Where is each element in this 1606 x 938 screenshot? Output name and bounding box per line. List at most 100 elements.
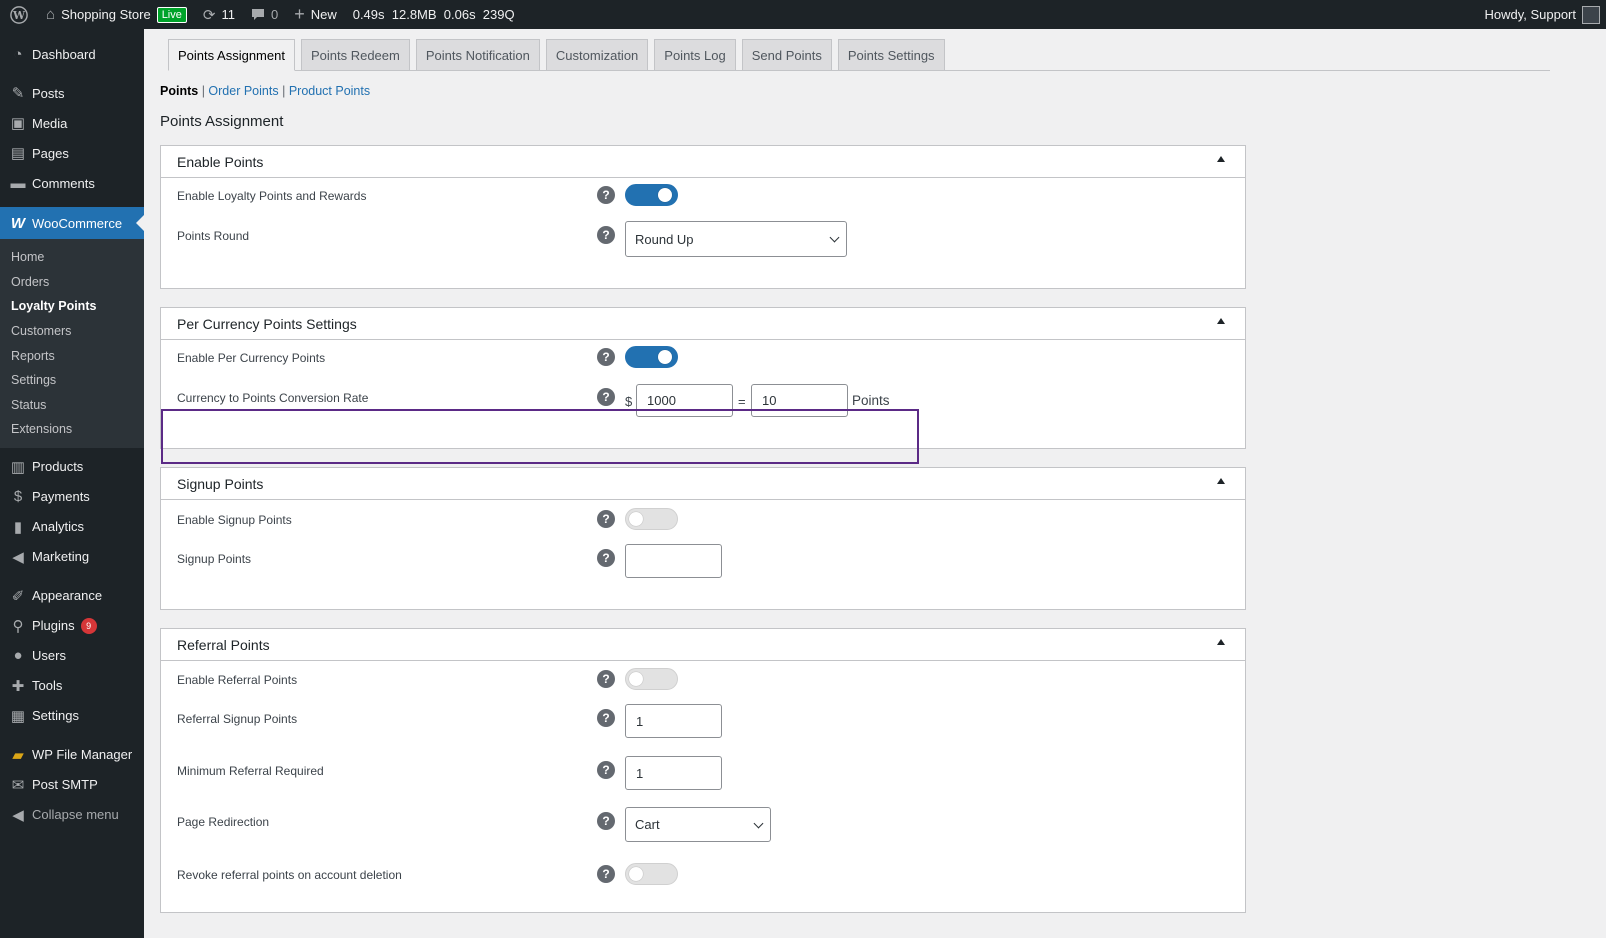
wordpress-icon: W: [10, 5, 28, 24]
page-redirection-select[interactable]: Cart: [625, 807, 771, 842]
menu-users[interactable]: ● Users: [0, 641, 144, 671]
new-content-link[interactable]: + New: [286, 0, 345, 29]
panel-header[interactable]: Per Currency Points Settings: [161, 308, 1245, 340]
submenu-reports[interactable]: Reports: [0, 343, 144, 368]
menu-payments[interactable]: $ Payments: [0, 482, 144, 512]
menu-label: Pages: [32, 145, 69, 161]
help-icon[interactable]: ?: [597, 348, 615, 366]
admin-bar: W ⌂ Shopping Store Live ⟳ 11 0 + New 0.4…: [0, 0, 1606, 29]
help-icon[interactable]: ?: [597, 388, 615, 406]
avatar[interactable]: [1582, 5, 1600, 24]
help-icon[interactable]: ?: [597, 761, 615, 779]
menu-label: Products: [32, 459, 84, 475]
submenu-orders[interactable]: Orders: [0, 270, 144, 295]
tab-customization[interactable]: Customization: [545, 39, 649, 71]
enable-referral-toggle[interactable]: [625, 668, 678, 690]
menu-wp-file-manager[interactable]: ▰ WP File Manager: [0, 740, 144, 770]
updates-count: 11: [221, 7, 235, 22]
tab-points-assignment[interactable]: Points Assignment: [168, 39, 295, 71]
help-icon[interactable]: ?: [597, 865, 615, 883]
collapse-icon: ◀: [12, 806, 24, 824]
wrench-icon: ✚: [11, 677, 25, 695]
comment-icon: [251, 8, 265, 21]
revoke-referral-toggle[interactable]: [625, 863, 678, 885]
site-name-link[interactable]: ⌂ Shopping Store Live: [38, 0, 195, 29]
submenu-extensions[interactable]: Extensions: [0, 417, 144, 442]
collapse-arrow-icon[interactable]: [1217, 156, 1225, 162]
tab-points-settings[interactable]: Points Settings: [837, 39, 945, 71]
field-label: Revoke referral points on account deleti…: [177, 868, 402, 882]
collapse-arrow-icon[interactable]: [1217, 639, 1225, 645]
settings-icon: ▦: [10, 707, 26, 725]
tabs-divider: [168, 70, 1550, 71]
media-icon: ▣: [10, 115, 26, 132]
updates-link[interactable]: ⟳ 11: [195, 0, 243, 29]
comments-link[interactable]: 0: [243, 0, 286, 29]
tab-points-notification[interactable]: Points Notification: [415, 39, 540, 71]
field-label: Currency to Points Conversion Rate: [177, 391, 369, 405]
menu-marketing[interactable]: ◀ Marketing: [0, 542, 144, 572]
menu-comments[interactable]: ▬ Comments: [0, 168, 144, 198]
field-label: Referral Signup Points: [177, 712, 298, 726]
menu-plugins[interactable]: ⚲ Plugins 9: [0, 611, 144, 641]
help-icon[interactable]: ?: [597, 510, 615, 528]
field-label: Page Redirection: [177, 815, 270, 829]
collapse-arrow-icon[interactable]: [1217, 478, 1225, 484]
panel-title: Per Currency Points Settings: [177, 315, 357, 332]
dashboard-icon: ◔: [13, 45, 23, 63]
collapse-menu-button[interactable]: ◀ Collapse menu: [0, 800, 144, 830]
submenu-settings[interactable]: Settings: [0, 368, 144, 393]
folder-icon: ▰: [12, 746, 24, 764]
menu-pages[interactable]: ▤ Pages: [0, 138, 144, 168]
panel-header[interactable]: Enable Points: [161, 146, 1245, 178]
tab-points-log[interactable]: Points Log: [654, 39, 736, 71]
help-icon[interactable]: ?: [597, 549, 615, 567]
woocommerce-icon: W: [10, 214, 26, 232]
enable-per-currency-toggle[interactable]: [625, 346, 678, 368]
help-icon[interactable]: ?: [597, 226, 615, 244]
brush-icon: ✐: [11, 587, 25, 605]
help-icon[interactable]: ?: [597, 812, 615, 830]
menu-label: Dashboard: [32, 46, 96, 62]
referral-signup-input[interactable]: 1: [625, 704, 722, 738]
tab-points-redeem[interactable]: Points Redeem: [300, 39, 410, 71]
enable-signup-toggle[interactable]: [625, 508, 678, 530]
submenu-loyalty-points[interactable]: Loyalty Points: [0, 294, 144, 319]
submenu-home[interactable]: Home: [0, 245, 144, 270]
menu-woocommerce[interactable]: W WooCommerce: [0, 207, 144, 239]
submenu-customers[interactable]: Customers: [0, 319, 144, 344]
svg-text:W: W: [12, 9, 26, 22]
signup-points-input[interactable]: [625, 544, 722, 578]
woocommerce-submenu: Home Orders Loyalty Points Customers Rep…: [0, 239, 144, 448]
help-icon[interactable]: ?: [597, 670, 615, 688]
panel-header[interactable]: Referral Points: [161, 629, 1245, 661]
menu-products[interactable]: ▥ Products: [0, 452, 144, 482]
query-monitor-link[interactable]: 0.49s 12.8MB 0.06s 239Q: [345, 0, 523, 29]
subnav-product-points[interactable]: Product Points: [289, 84, 370, 98]
howdy-user[interactable]: Howdy, Support: [1484, 7, 1576, 22]
menu-dashboard[interactable]: ◔ Dashboard: [0, 39, 144, 69]
collapse-arrow-icon[interactable]: [1217, 318, 1225, 324]
menu-posts[interactable]: ✎ Posts: [0, 78, 144, 108]
subnav-points[interactable]: Points: [160, 84, 198, 98]
menu-settings[interactable]: ▦ Settings: [0, 701, 144, 731]
menu-media[interactable]: ▣ Media: [0, 108, 144, 138]
menu-post-smtp[interactable]: ✉ Post SMTP: [0, 770, 144, 800]
panel-header[interactable]: Signup Points: [161, 468, 1245, 500]
menu-appearance[interactable]: ✐ Appearance: [0, 581, 144, 611]
points-round-select[interactable]: Round Up: [625, 221, 847, 257]
submenu-status[interactable]: Status: [0, 393, 144, 418]
enable-loyalty-toggle[interactable]: [625, 184, 678, 206]
menu-analytics[interactable]: ▮ Analytics: [0, 512, 144, 542]
tab-send-points[interactable]: Send Points: [741, 39, 832, 71]
subnav-order-points[interactable]: Order Points: [208, 84, 278, 98]
panel-title: Enable Points: [177, 153, 264, 170]
wordpress-logo[interactable]: W: [0, 0, 38, 29]
help-icon[interactable]: ?: [597, 186, 615, 204]
mail-icon: ✉: [11, 776, 25, 794]
minimum-referral-input[interactable]: 1: [625, 756, 722, 790]
select-value: Round Up: [635, 231, 694, 247]
help-icon[interactable]: ?: [597, 709, 615, 727]
products-icon: ▥: [10, 458, 26, 476]
menu-tools[interactable]: ✚ Tools: [0, 671, 144, 701]
